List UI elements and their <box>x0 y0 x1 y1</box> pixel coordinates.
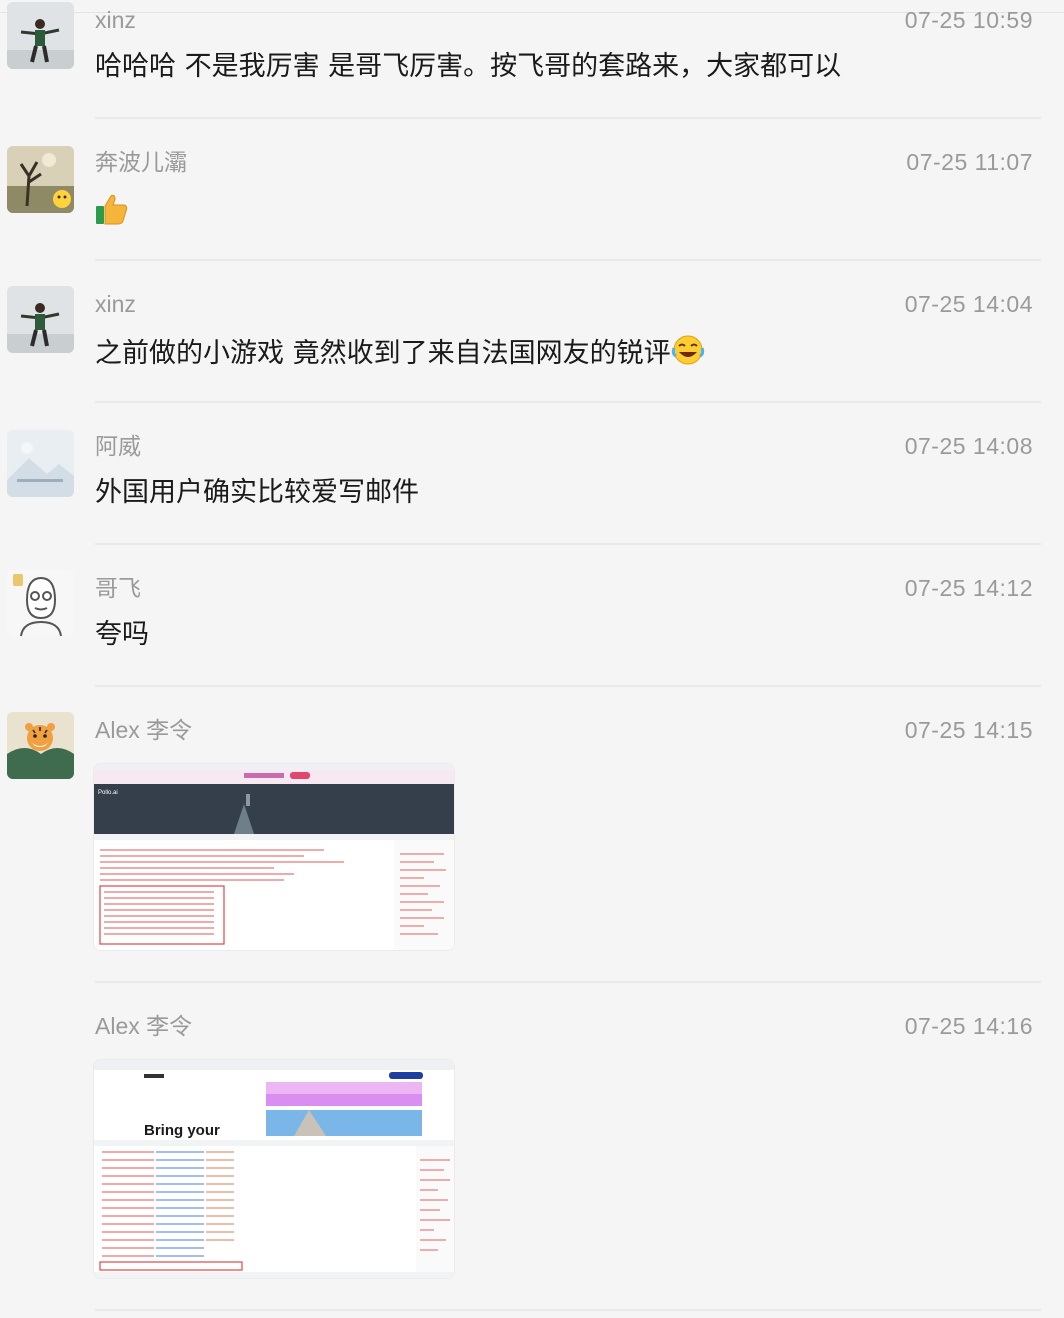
screenshot-preview-icon: Bring your <box>94 1060 454 1278</box>
message-time: 07-25 14:08 <box>904 433 1033 459</box>
message-time: 07-25 14:12 <box>904 575 1033 601</box>
screenshot-label: Pollo.ai <box>98 790 118 796</box>
sender-name: Alex 李令 <box>95 717 193 743</box>
thumbs-up-icon <box>95 192 129 231</box>
message-divider <box>95 543 1041 545</box>
tree-photo-icon <box>7 146 74 213</box>
avatar[interactable] <box>7 570 74 637</box>
sender-name: 阿威 <box>95 433 141 459</box>
message-divider <box>95 981 1041 983</box>
message-text: 哈哈哈 不是我厉害 是哥飞厉害。按飞哥的套路来，大家都可以 <box>95 51 842 82</box>
sender-name: Alex 李令 <box>95 1013 193 1039</box>
message-time: 07-25 11:07 <box>906 149 1033 175</box>
person-photo-icon <box>7 2 74 69</box>
message-time: 07-25 14:16 <box>904 1013 1033 1039</box>
avatar[interactable] <box>7 2 74 69</box>
screenshot-preview-icon: Pollo.ai <box>94 764 454 950</box>
image-placeholder-icon <box>7 430 74 497</box>
person-photo-icon <box>7 286 74 353</box>
image-attachment[interactable]: Pollo.ai <box>94 764 454 950</box>
message-time: 07-25 14:04 <box>904 291 1033 317</box>
tiger-illustration-icon <box>7 712 74 779</box>
message-text: 夸吗 <box>95 619 149 650</box>
sender-name: 奔波儿灞 <box>95 149 187 175</box>
cartoon-face-icon <box>7 570 74 637</box>
message-divider <box>95 117 1041 119</box>
avatar[interactable] <box>7 430 74 497</box>
screenshot-label: Bring your <box>144 1122 220 1139</box>
avatar[interactable] <box>7 712 74 779</box>
avatar[interactable] <box>7 146 74 213</box>
message-text: 外国用户确实比较爱写邮件 <box>95 477 419 508</box>
image-attachment[interactable]: Bring your <box>94 1060 454 1278</box>
message-text-row: 之前做的小游戏 竟然收到了来自法国网友的锐评 <box>95 334 705 375</box>
message-divider <box>95 1309 1041 1311</box>
sender-name: 哥飞 <box>95 575 141 601</box>
avatar[interactable] <box>7 286 74 353</box>
sender-name: xinz <box>95 7 136 33</box>
tears-of-joy-emoji-icon <box>671 334 705 375</box>
message-time: 07-25 10:59 <box>904 7 1033 33</box>
sender-name: xinz <box>95 291 136 317</box>
message-divider <box>95 401 1041 403</box>
message-text: 之前做的小游戏 竟然收到了来自法国网友的锐评 <box>95 338 671 369</box>
message-time: 07-25 14:15 <box>904 717 1033 743</box>
message-divider <box>95 259 1041 261</box>
message-divider <box>95 685 1041 687</box>
